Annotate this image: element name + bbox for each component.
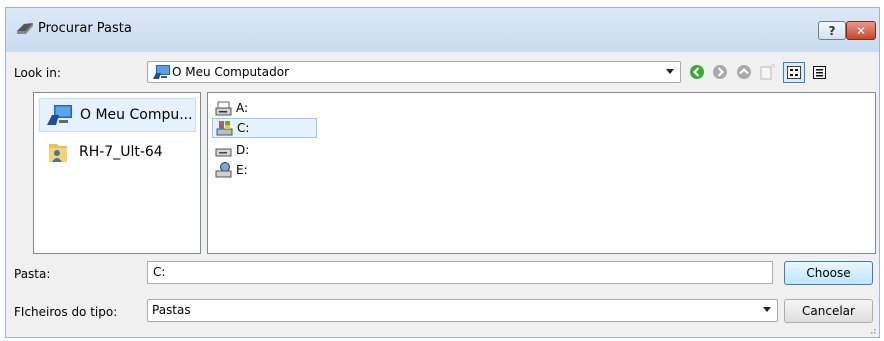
chevron-down-icon [763, 307, 771, 312]
window-title: Procurar Pasta [38, 21, 132, 36]
look-in-label: Look in: [14, 66, 61, 80]
drive-label: D: [236, 143, 250, 157]
computer-icon [153, 65, 170, 79]
place-label: RH-7_Ult-64 [79, 144, 163, 160]
network-drive-icon [215, 162, 232, 178]
file-list-panel: A: C: D: E: [207, 92, 876, 254]
look-in-combo[interactable]: O Meu Computador [147, 61, 681, 83]
drive-label: C: [237, 121, 250, 135]
user-folder-icon [49, 144, 67, 162]
floppy-drive-icon [215, 101, 232, 116]
folder-name-input[interactable] [153, 265, 746, 279]
details-view-button[interactable] [808, 62, 830, 83]
drive-item-c[interactable]: C: [212, 118, 317, 138]
chevron-down-icon [666, 69, 674, 74]
system-drive-icon [216, 121, 233, 136]
title-bar[interactable]: Procurar Pasta ? ✕ [6, 8, 879, 52]
list-view-icon [787, 66, 801, 79]
file-type-label: FIcheiros do tipo: [14, 305, 118, 319]
cancel-button[interactable]: Cancelar [784, 299, 873, 323]
forward-icon[interactable] [712, 64, 728, 80]
places-panel: O Meu Compu... RH-7_Ult-64 [33, 92, 201, 254]
details-view-icon [812, 66, 826, 79]
cd-drive-icon [215, 148, 232, 157]
choose-button[interactable]: Choose [784, 261, 873, 285]
folder-name-field[interactable] [147, 261, 773, 284]
folder-browse-icon [17, 23, 33, 34]
place-label: O Meu Compu... [80, 107, 193, 123]
new-folder-icon[interactable] [759, 64, 775, 80]
drive-item-d[interactable]: D: [212, 140, 249, 160]
back-icon[interactable] [689, 64, 705, 80]
list-view-button[interactable] [783, 62, 805, 83]
drive-label: A: [236, 101, 249, 115]
folder-name-label: Pasta: [14, 267, 51, 281]
drive-label: E: [236, 163, 248, 177]
up-icon[interactable] [736, 64, 752, 80]
dialog-content: Look in: O Meu Computador O Meu Compu...… [6, 52, 879, 337]
place-item-computer[interactable]: O Meu Compu... [39, 98, 196, 132]
resize-grip-icon[interactable] [868, 326, 876, 334]
computer-icon [47, 105, 72, 125]
file-type-combo[interactable]: Pastas [147, 299, 778, 322]
file-type-value: Pastas [152, 303, 191, 317]
browse-folder-dialog: Procurar Pasta ? ✕ Look in: O Meu Comput… [5, 7, 880, 338]
drive-item-e[interactable]: E: [212, 160, 248, 180]
drive-item-a[interactable]: A: [212, 98, 248, 118]
look-in-value: O Meu Computador [172, 65, 289, 79]
help-button[interactable]: ? [818, 21, 846, 40]
place-item-user-folder[interactable]: RH-7_Ult-64 [39, 135, 196, 169]
close-button[interactable]: ✕ [846, 21, 876, 40]
